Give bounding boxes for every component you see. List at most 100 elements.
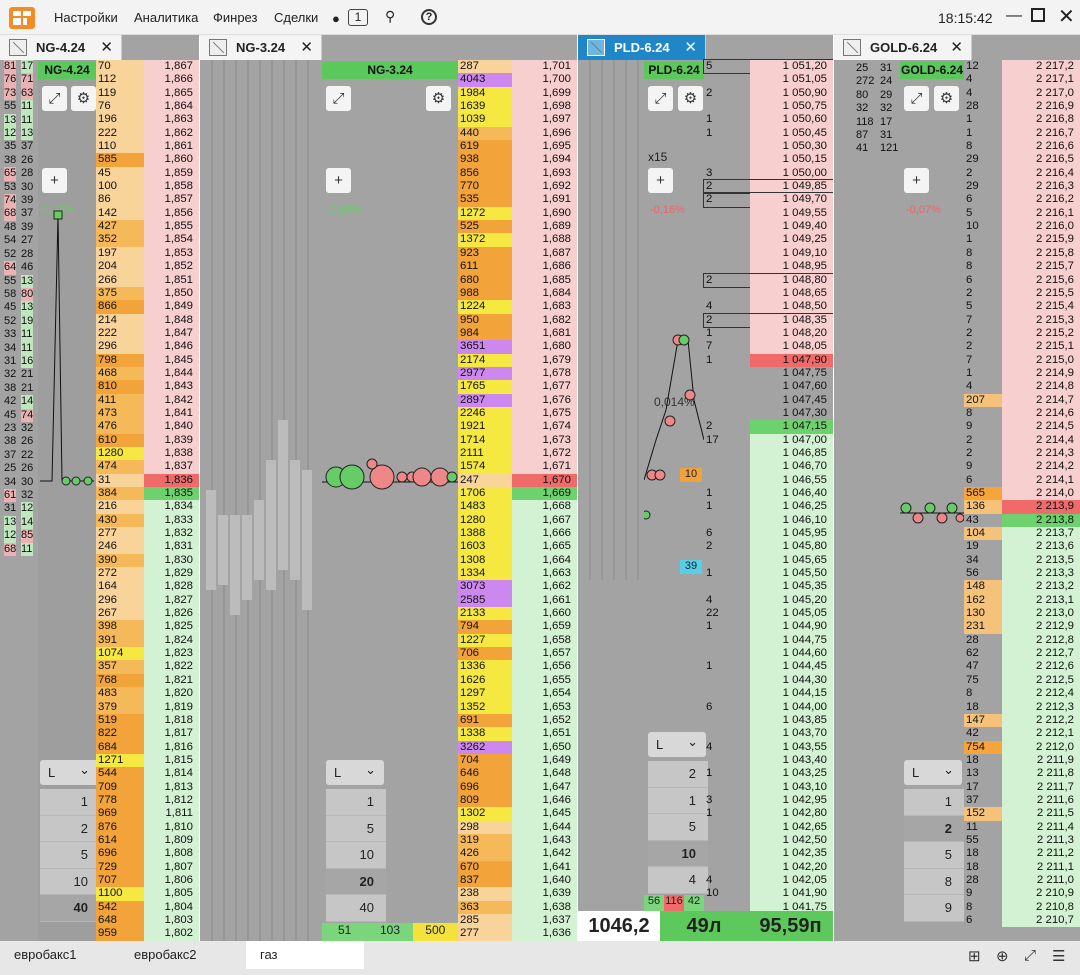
dom-row[interactable]: 1603 1,665 <box>458 540 577 554</box>
dom-row[interactable]: 6 1 045,95 <box>704 527 833 541</box>
dom-row[interactable]: 1 2 216,7 <box>964 126 1080 141</box>
dom-row[interactable]: 1280 1,667 <box>458 513 577 528</box>
dom-row[interactable]: 8 2 216,6 <box>964 140 1080 154</box>
menu-trades[interactable]: Сделки <box>274 10 318 25</box>
dom-row[interactable]: 707 1,806 <box>96 873 199 888</box>
dom-row[interactable]: 76 1,864 <box>96 100 199 114</box>
dom-row[interactable]: 1 1 046,25 <box>704 500 833 514</box>
dom-row[interactable]: 544 1,814 <box>96 767 199 781</box>
tab-ng-3-24[interactable]: NG-3.24 ✕ <box>200 35 322 60</box>
dom-row[interactable]: 959 1,802 <box>96 927 199 941</box>
dom-row[interactable]: 11 2 211,4 <box>964 820 1080 834</box>
dom-row[interactable]: 468 1,844 <box>96 366 199 381</box>
tab-settings-icon[interactable] <box>9 39 27 56</box>
dom-row[interactable]: 706 1,657 <box>458 647 577 661</box>
chart-add-icon[interactable]: ⤢ <box>648 86 673 111</box>
dom-row[interactable]: 7 2 215,3 <box>964 313 1080 327</box>
dom-row[interactable]: 4 1 043,55 <box>704 740 833 754</box>
dom-row[interactable]: 1639 1,698 <box>458 100 577 114</box>
dom-row[interactable]: 104 2 213,7 <box>964 527 1080 541</box>
dom-row[interactable]: 296 1,846 <box>96 340 199 354</box>
dom-row[interactable]: 130 2 213,0 <box>964 607 1080 621</box>
dom-row[interactable]: 231 2 212,9 <box>964 620 1080 634</box>
dom-row[interactable]: 1372 1,688 <box>458 233 577 247</box>
dom-row[interactable]: 1 047,45 <box>704 394 833 407</box>
dom-row[interactable]: 798 1,845 <box>96 353 199 367</box>
dom-row[interactable]: 298 1,644 <box>458 820 577 834</box>
dom-row[interactable]: 18 2 211,9 <box>964 753 1080 768</box>
tab-ng-4-24[interactable]: NG-4.24 ✕ <box>0 35 122 60</box>
menu-finreg[interactable]: Финрез <box>213 10 257 25</box>
dom-row[interactable]: 1 1 046,40 <box>704 487 833 501</box>
dom-row[interactable]: 8 2 215,8 <box>964 246 1080 261</box>
dom-row[interactable]: 37 2 211,6 <box>964 793 1080 808</box>
dom-row[interactable]: 6 2 216,2 <box>964 193 1080 207</box>
dom-row[interactable]: 28 2 212,8 <box>964 633 1080 648</box>
volume-preset-button[interactable]: 2 <box>904 815 964 842</box>
dom-row[interactable]: 247 1,670 <box>458 473 577 487</box>
dom-row[interactable]: 47 2 212,6 <box>964 660 1080 674</box>
dom-row[interactable]: 2977 1,678 <box>458 366 577 381</box>
volume-preset-button[interactable]: 1 <box>648 787 708 814</box>
volume-preset-button[interactable]: 1 <box>904 789 964 816</box>
dom-row[interactable]: 390 1,830 <box>96 553 199 568</box>
dom-row[interactable]: 1 042,35 <box>704 847 833 861</box>
workspace-tab[interactable]: евробакс2 <box>120 941 246 969</box>
dom-row[interactable]: 222 1,847 <box>96 326 199 341</box>
close-tab-icon[interactable]: ✕ <box>100 38 113 56</box>
dom-row[interactable]: 1100 1,805 <box>96 887 199 901</box>
dom-row[interactable]: 5 2 215,4 <box>964 300 1080 314</box>
volume-preset-button[interactable]: 5 <box>904 842 964 869</box>
dom-row[interactable]: 794 1,659 <box>458 620 577 634</box>
plus-button[interactable]: + <box>326 168 351 193</box>
volume-preset-button[interactable]: 1 <box>326 789 386 816</box>
dom-row[interactable]: 9 2 214,2 <box>964 460 1080 474</box>
dom-row[interactable]: 2 1 045,80 <box>704 540 833 554</box>
dom-row[interactable]: 86 1,857 <box>96 193 199 207</box>
dom-row[interactable]: 196 1,863 <box>96 113 199 127</box>
dom-row[interactable]: 809 1,646 <box>458 793 577 808</box>
dom-row[interactable]: 3 1 042,95 <box>704 793 833 808</box>
dom-row[interactable]: 4043 1,700 <box>458 73 577 87</box>
dom-row[interactable]: 411 1,842 <box>96 393 199 407</box>
dom-row[interactable]: 709 1,813 <box>96 780 199 794</box>
volume-preset-button[interactable]: 1 <box>40 789 100 816</box>
dom-row[interactable]: 21 048,802 X <box>703 272 833 288</box>
dom-row[interactable]: 1 050,30 <box>704 140 833 154</box>
dom-row[interactable]: 10 1 041,90 <box>704 887 833 901</box>
volume-preset-button[interactable]: 5 <box>648 814 708 841</box>
dom-row[interactable]: 31 1,836 <box>96 473 199 487</box>
dom-row[interactable]: 42 2 212,1 <box>964 727 1080 741</box>
dom-row[interactable]: 1 046,70 <box>704 460 833 474</box>
dom-row[interactable]: 164 1,828 <box>96 580 199 594</box>
message-count-badge[interactable]: 1 <box>348 9 368 26</box>
dom-row[interactable]: 519 1,818 <box>96 713 199 728</box>
dom-row[interactable]: 28 2 216,9 <box>964 100 1080 114</box>
dom-row[interactable]: 277 1,832 <box>96 527 199 541</box>
dom-row[interactable]: 1302 1,645 <box>458 807 577 821</box>
dom-row[interactable]: 34 2 213,5 <box>964 553 1080 568</box>
dom-row[interactable]: 1 047,75 <box>704 367 833 380</box>
dom-row[interactable]: 8 2 212,4 <box>964 687 1080 701</box>
dom-row[interactable]: 754 2 212,0 <box>964 740 1080 754</box>
dom-row[interactable]: 266 1,851 <box>96 273 199 287</box>
dom-row[interactable]: 1308 1,664 <box>458 553 577 568</box>
dom-row[interactable]: 476 1,840 <box>96 420 199 434</box>
tab-settings-icon[interactable] <box>209 39 227 56</box>
dom-row[interactable]: 542 1,804 <box>96 900 199 914</box>
volume-preset-button[interactable]: 10 <box>648 840 708 867</box>
dom-row[interactable]: 1 050,15 <box>704 153 833 167</box>
dom-row[interactable]: 1 1 045,50 <box>704 567 833 581</box>
dom-row[interactable]: 1984 1,699 <box>458 86 577 101</box>
dom-row[interactable]: 1 049,55 <box>704 206 833 221</box>
menu-settings[interactable]: Настройки <box>54 10 118 25</box>
dom-row[interactable]: 75 2 212,5 <box>964 673 1080 688</box>
lot-mode-select[interactable]: L <box>326 757 384 785</box>
volume-preset-button[interactable]: 9 <box>904 895 964 922</box>
dom-row[interactable]: 363 1,638 <box>458 900 577 914</box>
dom-row[interactable]: 56 2 213,3 <box>964 567 1080 581</box>
dom-row[interactable]: 2 2 214,3 <box>964 446 1080 461</box>
dom-row[interactable]: 611 1,686 <box>458 260 577 274</box>
lot-mode-select[interactable]: L <box>40 757 98 785</box>
volume-preset-button[interactable]: 2 <box>40 815 100 842</box>
